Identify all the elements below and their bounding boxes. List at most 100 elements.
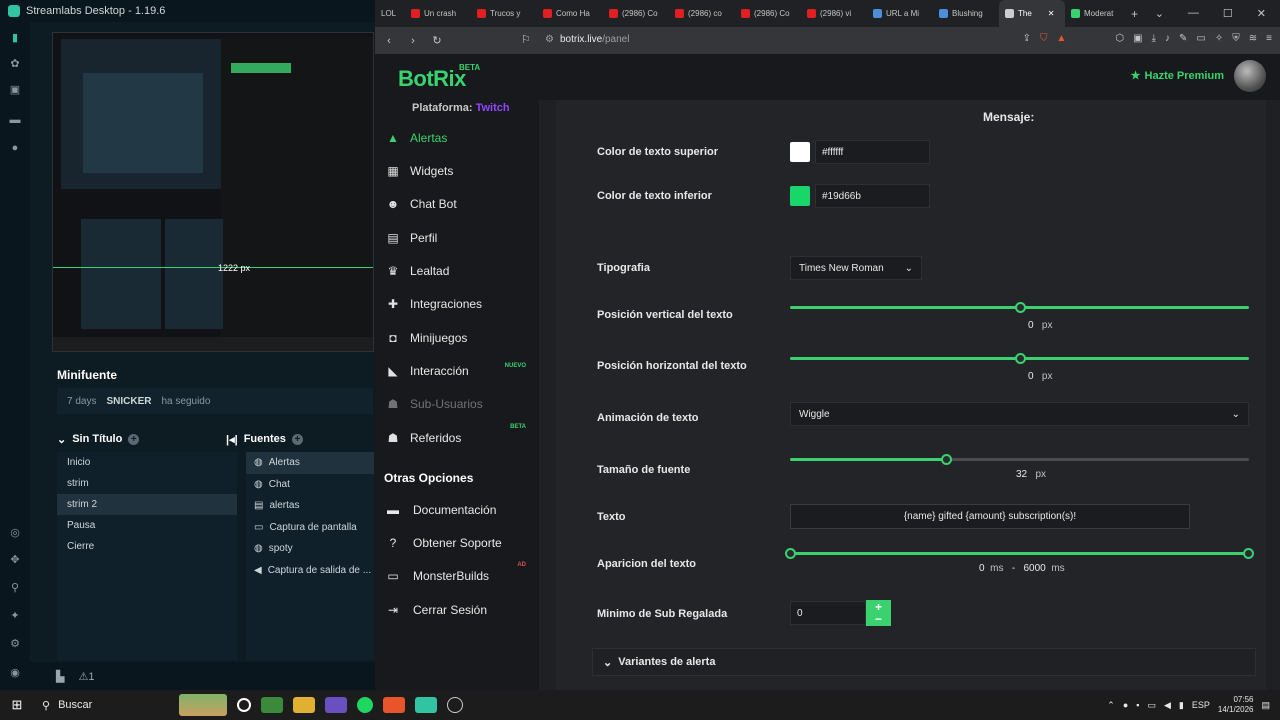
sidebar-item-alertas[interactable]: ▲ Alertas (386, 128, 536, 148)
vpos-knob[interactable] (1014, 302, 1026, 313)
sidebar-item-integraciones[interactable]: ✚ Integraciones (386, 294, 536, 314)
appear-max-knob[interactable] (1243, 548, 1254, 559)
source-item[interactable]: ◍ Chat (246, 474, 374, 496)
spotify-icon[interactable] (357, 697, 373, 713)
edit-icon[interactable]: ✎ (1179, 33, 1187, 44)
chevron-up-icon[interactable]: ⌃ (1107, 700, 1115, 711)
music-icon[interactable]: ♪ (1165, 33, 1170, 44)
taskbar-search[interactable]: ⚲ Buscar (34, 694, 174, 716)
typography-select[interactable]: Times New Roman ⌄ (790, 256, 922, 280)
close-window-icon[interactable]: ✕ (1257, 7, 1266, 20)
browser-tab[interactable]: Un crash (405, 0, 471, 27)
scene-item[interactable]: Cierre (57, 536, 237, 557)
close-tab-icon[interactable]: ✕ (1048, 9, 1055, 18)
alert-icon[interactable]: ⚠1 (78, 670, 94, 683)
clock-app-icon[interactable] (447, 697, 463, 713)
sidebar-item-referidos[interactable]: ☗ Referidos BETA (386, 424, 536, 448)
bookmark-icon[interactable]: ⚐ (521, 33, 531, 46)
add-source-icon[interactable]: + (291, 433, 303, 445)
avatar[interactable] (1234, 60, 1266, 92)
maximize-icon[interactable]: ☐ (1223, 7, 1233, 20)
editor-icon[interactable]: ▮ (9, 32, 21, 44)
feather-icon[interactable]: ≋ (1249, 33, 1257, 44)
alert-variants-toggle[interactable]: ⌄ Variantes de alerta (592, 648, 1256, 676)
brave-shield-icon[interactable]: ⛉ (1040, 33, 1048, 44)
stats-icon[interactable]: ▙ (56, 670, 64, 683)
scene-item[interactable]: strim (57, 473, 237, 494)
download-icon[interactable]: ⤓ (1152, 33, 1156, 44)
new-tab-icon[interactable]: + (1123, 7, 1146, 21)
wallet-icon[interactable]: ▭ (1196, 33, 1205, 44)
menu-icon[interactable]: ≡ (1266, 33, 1272, 44)
app-icon[interactable] (325, 697, 347, 713)
profile-icon[interactable]: ◉ (9, 667, 21, 679)
tools-icon[interactable]: ✥ (9, 554, 21, 566)
browser-tab[interactable]: URL a Mi (867, 0, 933, 27)
settings-icon[interactable]: ⚙ (9, 638, 21, 650)
forward-icon[interactable]: › (403, 35, 423, 47)
vpos-slider[interactable] (790, 302, 1249, 314)
sidebar-item-sub-usuarios[interactable]: ☗ Sub-Usuarios (386, 394, 536, 414)
source-item[interactable]: ◍ spoty (246, 538, 374, 560)
minimize-icon[interactable]: — (1188, 7, 1199, 20)
share-icon[interactable]: ⇪ (1023, 33, 1031, 44)
tray-app-icon[interactable]: ▪ (1136, 700, 1139, 710)
tab-search-icon[interactable]: ⌄ (1155, 7, 1164, 20)
sidebar-icon[interactable]: ▣ (1133, 33, 1142, 44)
alert-text-input[interactable]: {name} gifted {amount} subscription(s)! (790, 504, 1190, 529)
windows-start-icon[interactable]: ⊞ (0, 697, 34, 713)
top-color-swatch[interactable] (790, 142, 810, 162)
browser-tab[interactable]: (2986) Co (603, 0, 669, 27)
bottom-color-swatch[interactable] (790, 186, 810, 206)
hpos-slider[interactable] (790, 353, 1249, 365)
file-explorer-icon[interactable] (293, 697, 315, 713)
browser-tab[interactable]: Trucos y (471, 0, 537, 27)
source-item[interactable]: ▤ alertas (246, 495, 374, 517)
sidebar-item-interaccion[interactable]: ◣ Interacción NUEVO (386, 361, 536, 381)
themes-icon[interactable]: ✿ (9, 58, 21, 70)
sidebar-item-chat-bot[interactable]: ☻ Chat Bot (386, 194, 536, 214)
streamlabs-taskbar-icon[interactable] (415, 697, 437, 713)
scene-item[interactable]: strim 2 (57, 494, 237, 515)
botrix-logo[interactable]: BotRix (398, 66, 466, 92)
back-icon[interactable]: ‹ (379, 35, 399, 47)
fontsize-knob[interactable] (941, 454, 953, 465)
chevron-down-icon[interactable]: ⌄ (57, 433, 66, 446)
record-icon[interactable]: ● (9, 142, 21, 154)
browser-tab[interactable]: LOL (375, 0, 405, 27)
animation-select[interactable]: Wiggle ⌄ (790, 402, 1249, 426)
browser-tab[interactable]: Moderat (1065, 0, 1123, 27)
browser-tab[interactable]: The ✕ (999, 0, 1065, 27)
top-color-input[interactable]: #ffffff (815, 140, 930, 164)
stream-preview[interactable]: 1222 px (52, 32, 374, 352)
minus-icon[interactable]: − (866, 613, 891, 625)
sidebar-item-monsterbuilds[interactable]: ▭ MonsterBuilds AD (386, 562, 536, 586)
source-item[interactable]: ◀ Captura de salida de ... (246, 560, 374, 582)
weather-widget-icon[interactable] (179, 694, 227, 716)
address-bar[interactable]: ⚙ botrix.live/panel (545, 34, 629, 45)
fontsize-slider[interactable] (790, 454, 1249, 466)
collapse-icon[interactable]: |◂| (226, 433, 238, 446)
highlight-icon[interactable]: ✦ (9, 610, 21, 622)
extensions-icon[interactable]: ⬡ (1115, 33, 1124, 44)
sidebar-item-lealtad[interactable]: ♛ Lealtad (386, 261, 536, 281)
sidebar-item-perfil[interactable]: ▤ Perfil (386, 228, 536, 248)
browser-tab[interactable]: Como Ha (537, 0, 603, 27)
task-view-icon[interactable] (237, 698, 251, 712)
notifications-icon[interactable]: ▤ (1261, 700, 1270, 711)
leo-icon[interactable]: ✧ (1215, 33, 1223, 44)
appear-range-slider[interactable] (785, 548, 1254, 560)
sidebar-item-cerrar-sesion[interactable]: ⇥ Cerrar Sesión (386, 600, 536, 620)
dashboard-icon[interactable]: ◎ (9, 527, 21, 539)
network-icon[interactable]: ▭ (1147, 700, 1156, 711)
browser-tab[interactable]: (2986) co (669, 0, 735, 27)
sidebar-item-soporte[interactable]: ? Obtener Soporte (386, 533, 536, 553)
browser-tab[interactable]: (2986) vi (801, 0, 867, 27)
mic-icon[interactable]: ● (1123, 700, 1128, 710)
appear-min-knob[interactable] (785, 548, 796, 559)
sidebar-item-widgets[interactable]: ▦ Widgets (386, 161, 536, 181)
add-scene-icon[interactable]: + (128, 433, 140, 445)
scene-item[interactable]: Inicio (57, 452, 237, 473)
source-item[interactable]: ◍ Alertas (246, 452, 374, 474)
hpos-knob[interactable] (1014, 353, 1026, 364)
